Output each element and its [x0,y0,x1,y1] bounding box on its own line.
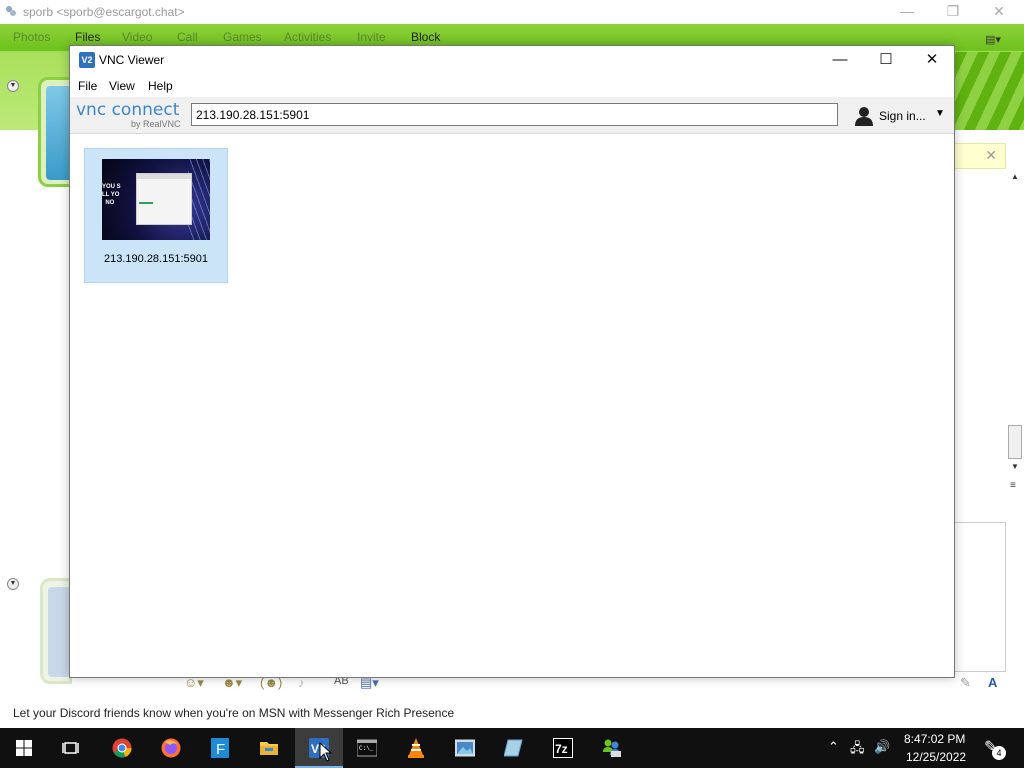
message-input[interactable] [954,522,1006,672]
svg-text:7z: 7z [555,742,568,756]
taskbar-vlc[interactable] [392,728,440,768]
photos-icon [455,739,475,757]
taskbar-vnc-viewer[interactable]: V2 [295,728,343,768]
taskbar-fluent-app[interactable]: F [196,728,244,768]
collapse-bottom-icon[interactable]: ▼ [7,578,19,590]
notice-close-icon[interactable]: ✕ [985,147,997,164]
volume-icon[interactable]: 🔊 [874,739,890,755]
taskbar-photos[interactable] [441,728,489,768]
taskbar-terminal[interactable]: C:\_ [343,728,391,768]
notepad-icon [504,739,523,757]
svg-text:F: F [216,741,225,758]
vnc-viewer-window: V2 VNC Viewer — ☐ ✕ File View Help vnc c… [69,45,955,678]
scroll-up-icon[interactable]: ▲ [1011,172,1019,181]
task-view-icon [62,742,79,754]
messenger-titlebar: sporb <sporb@escargot.chat> — ❐ ✕ [0,0,1024,24]
vlc-icon [408,738,424,758]
vnc-menu-view[interactable]: View [109,79,135,93]
fluent-app-icon: F [211,738,229,758]
show-hidden-icons-icon[interactable]: ⌃ [828,739,839,755]
menu-files[interactable]: Files [75,30,100,44]
vnc-app-icon: V2 [79,52,95,68]
clock-time[interactable]: 8:47:02 PM [904,732,965,746]
taskbar-7zip[interactable]: 7z [539,728,587,768]
connection-tile[interactable]: YOU S LL YO NO 213.190.28.151:5901 [84,148,228,283]
menu-call[interactable]: Call [177,30,198,44]
svg-text:C:\_: C:\_ [359,745,374,752]
scroll-end-icon[interactable]: ≡ [1010,480,1016,491]
menu-invite[interactable]: Invite [357,30,386,44]
taskbar: F V2 C:\_ 7z ⌃ 🖧 🔊 8:47:02 PM 12/25/2022… [0,728,1024,768]
vnc-menu-help[interactable]: Help [148,79,173,93]
handwriting-icon[interactable]: ✎ [960,675,971,691]
messenger-close-button[interactable]: ✕ [976,0,1022,24]
vnc-logo-brand: vnc connect [76,100,180,120]
messenger-buddy-icon [6,6,16,16]
conversation-scrollbar[interactable]: ▲ ▼ ≡ [1006,170,1024,500]
vnc-signin-label: Sign in... [879,109,926,123]
vnc-address-input[interactable] [191,103,838,126]
menu-video[interactable]: Video [122,30,152,44]
taskbar-chrome[interactable] [98,728,146,768]
vnc-signin-button[interactable]: Sign in... ▼ [854,106,950,126]
system-tray: ⌃ 🖧 🔊 8:47:02 PM 12/25/2022 ✎ 4 [822,728,1024,768]
vnc-logo-sub: by RealVNC [131,119,181,129]
vnc-address-book: YOU S LL YO NO 213.190.28.151:5901 [70,135,954,677]
task-view-button[interactable] [48,728,96,768]
messenger-icon [603,739,621,757]
vnc-minimize-button[interactable]: — [817,46,863,75]
messenger-minimize-button[interactable]: — [884,0,930,24]
thumbnail-text: YOU S LL YO NO [102,184,121,206]
chrome-icon [112,738,132,758]
notice-bar: ✕ [954,143,1006,169]
vnc-close-button[interactable]: ✕ [909,46,955,75]
messenger-options-icon[interactable]: ▤▾ [985,33,1015,47]
taskbar-notepad[interactable] [490,728,538,768]
text-font-icon[interactable]: A [988,675,997,690]
scroll-thumb[interactable] [1008,425,1022,459]
file-explorer-icon [260,742,278,755]
menu-activities[interactable]: Activities [284,30,331,44]
start-button[interactable] [0,728,48,768]
mouse-cursor-icon [319,742,333,762]
connection-thumbnail: YOU S LL YO NO [102,159,210,240]
chevron-down-icon: ▼ [935,108,945,119]
status-message[interactable]: Let your Discord friends know when you'r… [13,706,454,720]
messenger-restore-button[interactable]: ❐ [930,0,976,24]
clock-date[interactable]: 12/25/2022 [906,750,966,764]
firefox-icon [161,738,181,758]
start-icon [16,740,32,756]
vnc-connect-logo: vnc connect by RealVNC [76,100,186,130]
vnc-toolbar: vnc connect by RealVNC Sign in... ▼ [70,97,954,134]
menu-block[interactable]: Block [411,30,440,44]
messenger-status-bar: Let your Discord friends know when you'r… [0,700,1024,728]
network-icon[interactable]: 🖧 [850,739,865,761]
scroll-down-icon[interactable]: ▼ [1011,462,1019,471]
taskbar-firefox[interactable] [147,728,195,768]
vnc-menu-file[interactable]: File [78,79,97,93]
contact-avatar[interactable] [38,77,72,187]
user-icon [855,107,873,126]
messenger-title: sporb <sporb@escargot.chat> [23,5,185,19]
7zip-icon: 7z [553,738,573,758]
collapse-top-icon[interactable]: ▼ [7,80,19,92]
vnc-titlebar: V2 VNC Viewer — ☐ ✕ [70,46,954,75]
connection-label: 213.190.28.151:5901 [104,253,208,265]
vnc-menubar: File View Help [70,75,954,97]
taskbar-file-explorer[interactable] [245,728,293,768]
vnc-window-title: VNC Viewer [99,53,165,67]
terminal-icon: C:\_ [357,739,377,757]
menu-photos[interactable]: Photos [13,30,50,44]
vnc-maximize-button[interactable]: ☐ [863,46,909,75]
notification-badge: 4 [992,746,1006,760]
menu-games[interactable]: Games [223,30,262,44]
own-avatar[interactable] [40,578,72,684]
taskbar-messenger[interactable] [588,728,636,768]
